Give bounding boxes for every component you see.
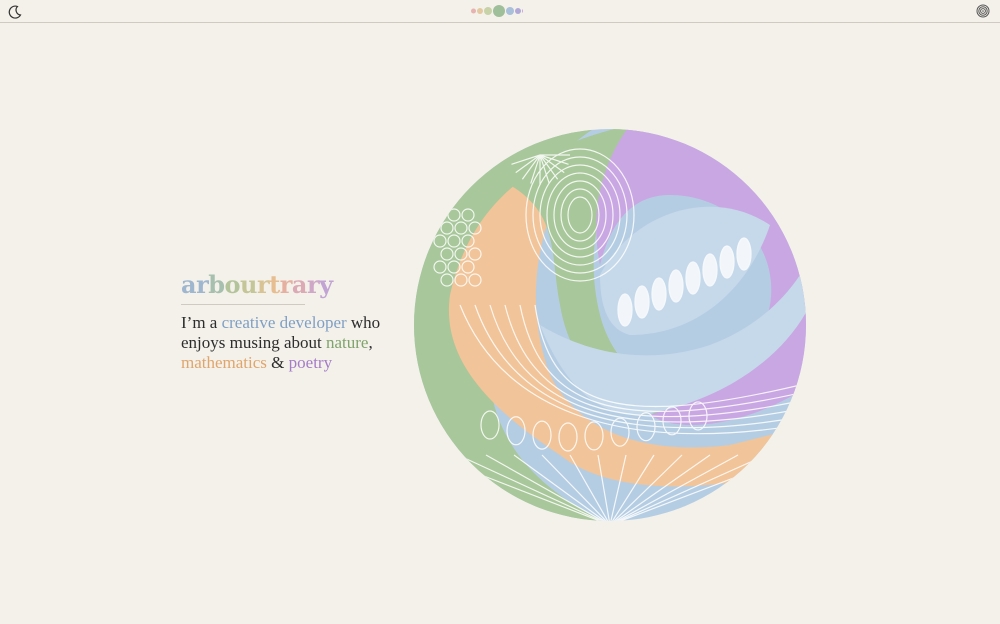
art-pattern-line bbox=[433, 208, 447, 222]
palette-dot bbox=[515, 8, 521, 14]
creative-developer-link[interactable]: creative developer bbox=[222, 313, 347, 332]
palette-dots bbox=[471, 5, 523, 17]
title-letter: r bbox=[279, 270, 293, 299]
intro-mid-3: & bbox=[266, 353, 289, 372]
title-letter: o bbox=[224, 270, 241, 299]
art-pattern-line bbox=[651, 277, 667, 311]
top-bar bbox=[0, 0, 1000, 23]
moon-icon[interactable] bbox=[7, 4, 23, 20]
palette-dot bbox=[493, 5, 505, 17]
art-pattern-line bbox=[685, 261, 701, 295]
art-pattern-line bbox=[617, 293, 633, 327]
mathematics-link[interactable]: mathematics bbox=[181, 353, 267, 372]
art-pattern-line bbox=[634, 285, 650, 319]
title-letter: t bbox=[269, 270, 280, 299]
art-pattern-line bbox=[702, 253, 718, 287]
palette-dot bbox=[484, 7, 492, 15]
poetry-link[interactable]: poetry bbox=[289, 353, 332, 372]
art-pattern-line bbox=[736, 237, 752, 271]
palette-dot bbox=[506, 7, 514, 15]
nature-link[interactable]: nature bbox=[326, 333, 368, 352]
title-letter: a bbox=[291, 270, 308, 299]
title-letter: a bbox=[181, 270, 197, 299]
intro-mid-2: , bbox=[368, 333, 373, 352]
art-pattern-line bbox=[719, 245, 735, 279]
site-title[interactable]: arbourtrary bbox=[181, 270, 333, 305]
mandala-artwork bbox=[414, 129, 806, 521]
palette-dot bbox=[471, 8, 476, 14]
palette-dot bbox=[522, 9, 523, 13]
intro-text: I’m a creative developer who enjoys musi… bbox=[181, 313, 411, 373]
title-letter: u bbox=[240, 270, 257, 299]
intro-prefix: I’m a bbox=[181, 313, 222, 332]
fingerprint-icon[interactable] bbox=[976, 4, 990, 18]
title-letter: y bbox=[319, 270, 333, 299]
title-letter: r bbox=[196, 270, 209, 299]
title-letter: b bbox=[208, 270, 225, 299]
title-letter: r bbox=[256, 270, 270, 299]
palette-dot bbox=[477, 8, 483, 14]
hero-section: arbourtrary I’m a creative developer who… bbox=[181, 270, 411, 373]
title-letter: r bbox=[306, 270, 320, 299]
art-pattern-line bbox=[668, 269, 684, 303]
